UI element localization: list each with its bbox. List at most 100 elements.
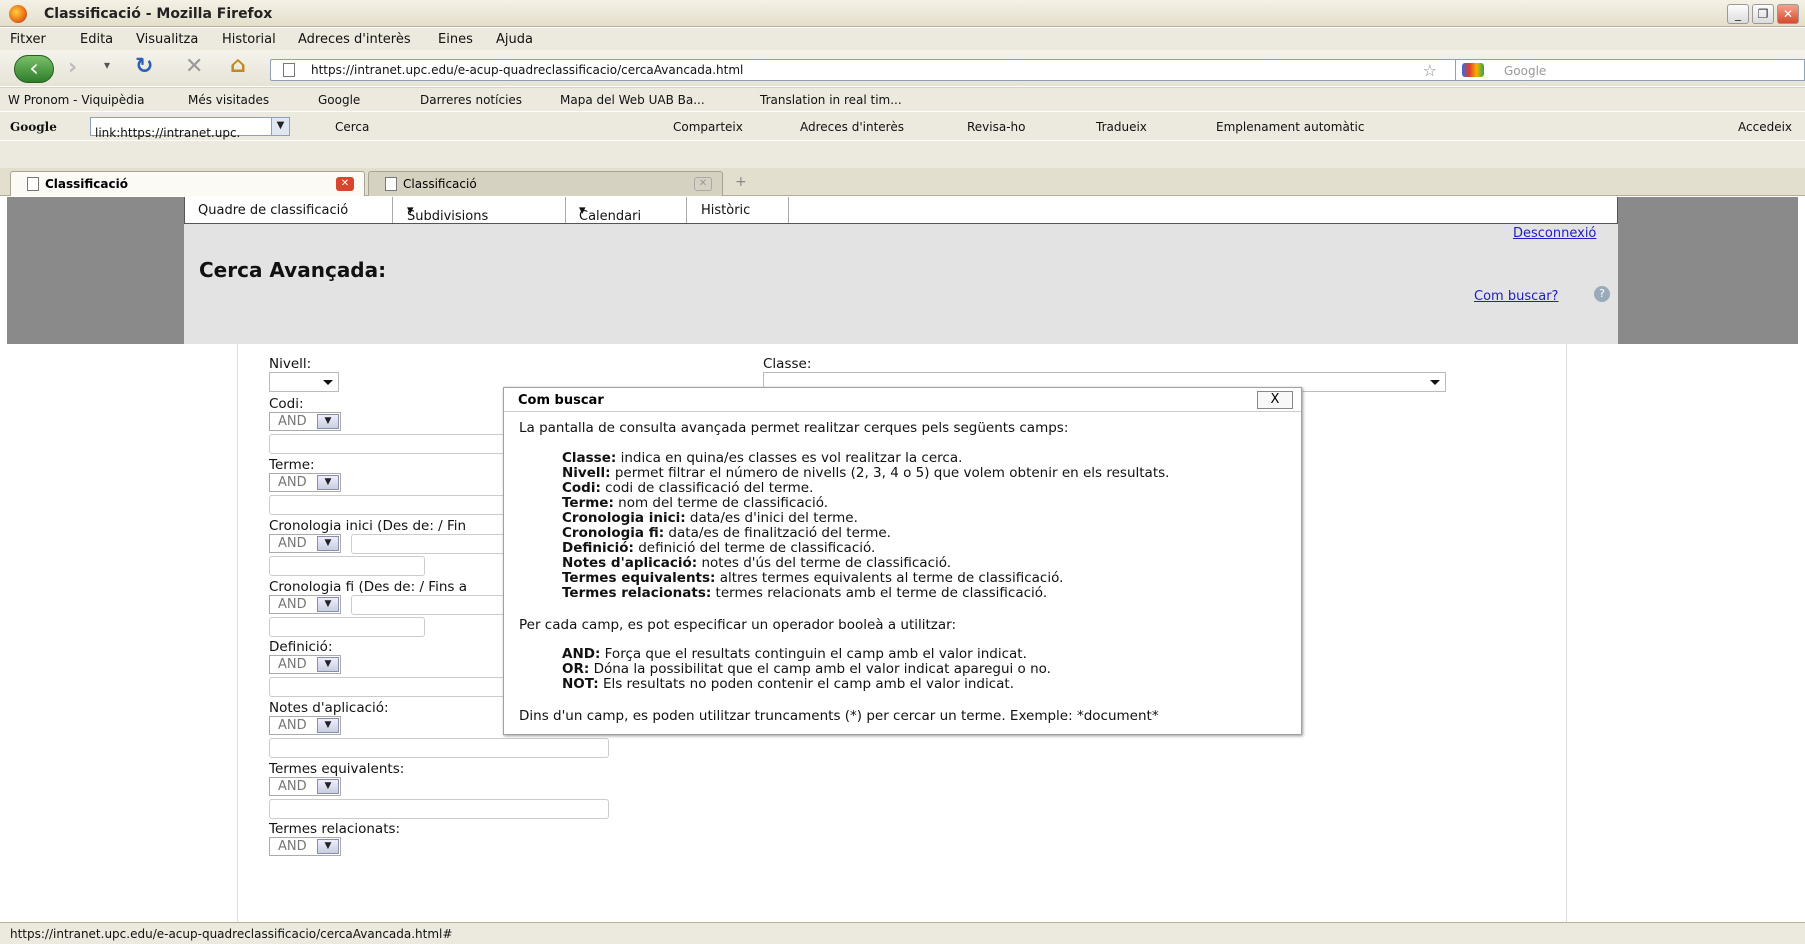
close-tab-icon[interactable]: ✕ (336, 177, 354, 191)
chevron-down-icon[interactable]: ▼ (271, 118, 289, 135)
definicio-operator-select[interactable]: AND ▼ (269, 655, 341, 674)
operator-value: AND (278, 779, 307, 794)
cron-inici-to-input[interactable] (269, 556, 425, 576)
nav-calendari[interactable]: Calendari ▾ (579, 203, 641, 224)
bookmark-star-icon[interactable]: ☆ (1423, 61, 1437, 80)
dialog-intro: La pantalla de consulta avançada permet … (519, 420, 1069, 436)
chevron-down-icon: ▼ (317, 839, 339, 854)
bookmark-wikipedia[interactable]: W Pronom - Viquipèdia (8, 93, 144, 107)
menu-visualitza[interactable]: Visualitza (136, 32, 198, 47)
google-toolbar-input[interactable]: link:https://intranet.upc. ▼ (90, 117, 290, 140)
toolbar-spacer (0, 141, 1805, 168)
tab-classificacio[interactable]: Classificació ✕ (368, 171, 723, 196)
cron-fi-from-input[interactable] (351, 595, 511, 615)
window-title: Classificació - Mozilla Firefox (44, 6, 273, 22)
menu-adreces[interactable]: Adreces d'interès (298, 32, 411, 47)
dialog-field-item: Codi: codi de classificació del terme. (562, 481, 813, 496)
gtb-cerca[interactable]: Cerca (335, 120, 369, 134)
new-tab-icon[interactable]: + (735, 174, 747, 190)
notes-input[interactable] (269, 738, 609, 758)
menu-fitxer[interactable]: Fitxer (10, 32, 46, 47)
label-equivalents: Termes equivalents: (269, 761, 405, 777)
op-key: NOT: (562, 676, 599, 692)
google-toolbar: Google link:https://intranet.upc. ▼ Cerc… (0, 112, 1805, 140)
field-key: Nivell: (562, 465, 611, 481)
nav-label: Subdivisions (407, 209, 489, 224)
stop-icon[interactable]: ✕ (185, 54, 203, 79)
address-bar[interactable]: https://intranet.upc.edu/e-acup-quadrecl… (270, 59, 1478, 81)
gtb-comparteix[interactable]: Comparteix (673, 120, 743, 134)
google-engine-icon[interactable] (1462, 63, 1484, 77)
cron-inici-operator-select[interactable]: AND ▼ (269, 534, 341, 553)
help-icon[interactable]: ? (1594, 286, 1610, 302)
op-key: OR: (562, 661, 590, 677)
dialog-op-item: AND: Força que el resultats continguin e… (562, 647, 1027, 662)
field-desc: nom del terme de classificació. (613, 495, 829, 511)
close-window-button[interactable]: ✕ (1777, 4, 1799, 24)
gtb-revisa[interactable]: Revisa-ho (967, 120, 1026, 134)
logout-link[interactable]: Desconnexió (1513, 226, 1596, 241)
tab-classificacio-active[interactable]: Classificació ✕ (10, 171, 365, 196)
maximize-button[interactable]: ❐ (1752, 4, 1774, 24)
dialog-field-item: Cronologia inici: data/es d'inici del te… (562, 511, 858, 526)
nav-historic[interactable]: Històric (701, 203, 750, 218)
menu-historial[interactable]: Historial (222, 32, 276, 47)
gtb-adreces[interactable]: Adreces d'interès (800, 120, 904, 134)
menu-edita[interactable]: Edita (80, 32, 113, 47)
gtb-emplenament[interactable]: Emplenament automàtic (1216, 120, 1364, 134)
reload-icon[interactable]: ↻ (135, 54, 153, 79)
divider (392, 197, 393, 223)
gtb-tradueix[interactable]: Tradueix (1096, 120, 1147, 134)
address-url: https://intranet.upc.edu/e-acup-quadrecl… (311, 63, 744, 77)
back-button[interactable]: ‹ (14, 55, 54, 83)
tab-label: Classificació (45, 177, 128, 191)
cron-inici-from-input[interactable] (351, 534, 511, 554)
label-notes: Notes d'aplicació: (269, 700, 389, 716)
divider (686, 197, 687, 223)
menu-ajuda[interactable]: Ajuda (496, 32, 533, 47)
chevron-down-icon: ▼ (317, 536, 339, 551)
home-icon[interactable]: ⌂ (230, 53, 246, 78)
bookmark-darreres-noticies[interactable]: Darreres notícies (420, 93, 522, 107)
close-dialog-button[interactable]: X (1257, 391, 1293, 409)
field-key: Cronologia fi: (562, 525, 665, 541)
forward-button[interactable]: › (68, 55, 77, 80)
menu-eines[interactable]: Eines (438, 32, 473, 47)
chevron-down-icon: ▼ (317, 657, 339, 672)
chevron-down-icon: ▼ (317, 718, 339, 733)
google-logo: Google (10, 120, 57, 134)
relacionats-operator-select[interactable]: AND ▼ (269, 837, 341, 856)
codi-operator-select[interactable]: AND ▼ (269, 412, 341, 431)
op-key: AND: (562, 646, 601, 662)
field-key: Notes d'aplicació: (562, 555, 698, 571)
divider (788, 197, 789, 223)
nav-quadre[interactable]: Quadre de classificació (198, 203, 348, 218)
nivell-select[interactable] (269, 372, 339, 392)
field-key: Termes relacionats: (562, 585, 712, 601)
op-desc: Força que el resultats continguin el cam… (600, 646, 1027, 662)
dialog-field-item: Definició: definició del terme de classi… (562, 541, 875, 556)
cron-fi-operator-select[interactable]: AND ▼ (269, 595, 341, 614)
google-query: link:https://intranet.upc. (95, 126, 241, 140)
bookmarks-toolbar: W Pronom - Viquipèdia Més visitades Goog… (0, 87, 1805, 111)
bookmark-google[interactable]: Google (318, 93, 360, 107)
bookmark-mes-visitades[interactable]: Més visitades (188, 93, 269, 107)
firefox-logo-icon (9, 5, 27, 23)
help-link[interactable]: Com buscar? (1474, 289, 1558, 304)
cron-fi-to-input[interactable] (269, 617, 425, 637)
minimize-button[interactable]: _ (1727, 4, 1749, 24)
chevron-down-icon (323, 380, 333, 385)
equivalents-operator-select[interactable]: AND ▼ (269, 777, 341, 796)
close-tab-icon[interactable]: ✕ (694, 177, 712, 191)
notes-operator-select[interactable]: AND ▼ (269, 716, 341, 735)
terme-operator-select[interactable]: AND ▼ (269, 473, 341, 492)
nav-subdivisions[interactable]: Subdivisions ▾ (407, 203, 488, 224)
equivalents-input[interactable] (269, 799, 609, 819)
operator-value: AND (278, 536, 307, 551)
field-desc: permet filtrar el número de nivells (2, … (610, 465, 1170, 481)
gtb-accedeix[interactable]: Accedeix (1738, 120, 1792, 134)
search-box[interactable]: Google (1455, 59, 1805, 81)
history-dropdown-icon[interactable]: ▾ (104, 58, 110, 72)
bookmark-translation[interactable]: Translation in real tim... (760, 93, 902, 107)
bookmark-mapa-uab[interactable]: Mapa del Web UAB Ba... (560, 93, 705, 107)
